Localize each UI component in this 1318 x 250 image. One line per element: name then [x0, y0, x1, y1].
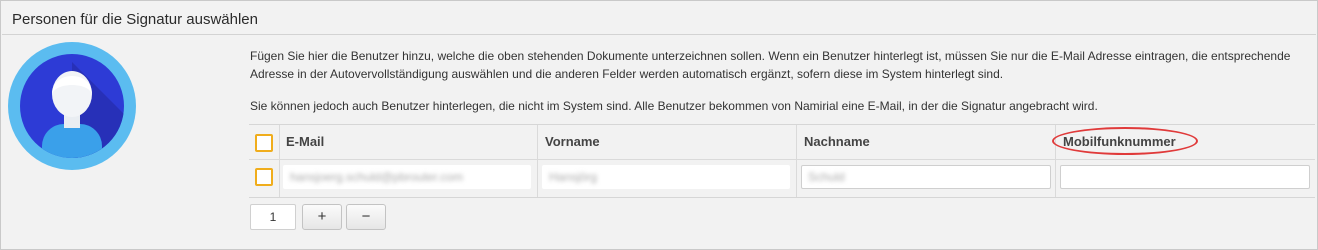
- column-divider: [279, 125, 280, 197]
- user-avatar-icon: [8, 42, 136, 170]
- title-divider: [2, 34, 1316, 35]
- header-nachname[interactable]: Nachname: [804, 125, 870, 159]
- email-value: hansjoerg.schuld@pbrouter.com: [290, 170, 463, 184]
- panel-title: Personen für die Signatur auswählen: [12, 11, 258, 28]
- nachname-field[interactable]: Schuld: [801, 165, 1051, 189]
- mobilfunknummer-field[interactable]: [1060, 165, 1310, 189]
- vorname-field[interactable]: Hansjörg: [542, 165, 790, 189]
- select-all-checkbox[interactable]: [255, 134, 273, 152]
- column-divider: [537, 125, 538, 197]
- add-row-button[interactable]: +: [302, 204, 342, 230]
- row-checkbox[interactable]: [255, 168, 273, 186]
- column-divider: [796, 125, 797, 197]
- nachname-value: Schuld: [808, 170, 845, 184]
- intro-paragraph-2: Sie können jedoch auch Benutzer hinterle…: [250, 99, 1098, 113]
- header-vorname[interactable]: Vorname: [545, 125, 600, 159]
- intro-paragraph-1: Fügen Sie hier die Benutzer hinzu, welch…: [250, 49, 1291, 81]
- remove-row-button[interactable]: −: [346, 204, 386, 230]
- table-divider: [249, 159, 1315, 160]
- annotation-circle: [1052, 127, 1198, 155]
- email-field[interactable]: hansjoerg.schuld@pbrouter.com: [283, 165, 531, 189]
- header-email[interactable]: E-Mail: [286, 125, 324, 159]
- intro-text: Fügen Sie hier die Benutzer hinzu, welch…: [250, 47, 1310, 115]
- signer-count-field[interactable]: 1: [250, 204, 296, 230]
- vorname-value: Hansjörg: [549, 170, 598, 184]
